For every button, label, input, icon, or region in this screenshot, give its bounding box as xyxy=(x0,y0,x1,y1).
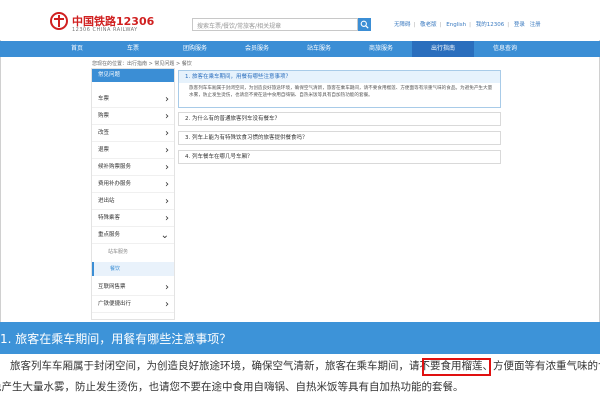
logo-subtitle: 12306 CHINA RAILWAY xyxy=(72,27,138,33)
faq-question[interactable]: 4. 列车餐车在哪几号车厢？ xyxy=(179,151,500,163)
chevron-down-icon: ⌄ xyxy=(160,230,169,241)
sidebar-item[interactable]: 费用补办服务 › xyxy=(92,176,174,193)
nav-station-service[interactable]: 站车服务 xyxy=(288,41,350,57)
zoom-title: 1. 旅客在乘车期间，用餐有哪些注意事项？ xyxy=(0,332,232,346)
search-button[interactable] xyxy=(358,18,371,31)
nav-business-service[interactable]: 商旅服务 xyxy=(350,41,412,57)
sidebar-item[interactable]: 改签 › xyxy=(92,125,174,142)
highlight-box xyxy=(422,358,491,376)
register-link[interactable]: 注册 xyxy=(530,22,541,28)
chevron-right-icon: › xyxy=(165,94,169,105)
faq-item[interactable]: 4. 列车餐车在哪几号车厢？ xyxy=(178,150,501,164)
chevron-right-icon: › xyxy=(165,128,169,139)
nav-member-service[interactable]: 会员服务 xyxy=(226,41,288,57)
sidebar-item[interactable]: 退票 › xyxy=(92,142,174,159)
sidebar-subitem[interactable]: 站车服务 xyxy=(92,245,174,259)
faq-item[interactable]: 3. 列车上能为有特殊饮食习惯的旅客提供餐食吗？ xyxy=(178,131,501,145)
sidebar-subitem-active[interactable]: 餐饮 xyxy=(92,262,174,276)
chevron-right-icon: › xyxy=(165,111,169,122)
zoom-answer-line: 免产生大量水雾，防止发生烫伤，也请您不要在途中食用自嗨锅、自热米饭等具有自加热功… xyxy=(0,381,464,393)
site-header: 中国铁路12306 12306 CHINA RAILWAY 搜索车票/餐饮/常旅… xyxy=(0,0,600,40)
zoom-answer-line: 旅客列车车厢属于封闭空间，为创造良好旅途环境，确保空气清新，旅客在乘车期间，请不… xyxy=(10,360,600,372)
sidebar-item[interactable]: 候补购票服务 › xyxy=(92,159,174,176)
faq-question[interactable]: 3. 列车上能为有特殊饮食习惯的旅客提供餐食吗？ xyxy=(179,132,500,144)
railway-logo-icon xyxy=(50,12,68,30)
sidebar-item[interactable]: 进出站 › xyxy=(92,193,174,210)
chevron-right-icon: › xyxy=(165,213,169,224)
zoom-title-bar: 1. 旅客在乘车期间，用餐有哪些注意事项？ xyxy=(0,322,600,354)
sidebar-item[interactable]: 购票 › xyxy=(92,108,174,125)
nav-group-service[interactable]: 团购服务 xyxy=(164,41,226,57)
sidebar-item[interactable]: 互联网售票 › xyxy=(92,279,174,296)
faq-question[interactable]: 1. 旅客在乘车期间，用餐有哪些注意事项？ xyxy=(179,71,500,83)
sidebar-item[interactable]: 特殊乘客 › xyxy=(92,210,174,227)
sidebar-title: 常见问题 xyxy=(92,69,174,82)
sidebar: 常见问题 车票 › 购票 › 改签 › 退票 › 候补购票服务 › 费用补办服务 › 进出站… xyxy=(91,68,175,320)
main-nav: 首页 车票 团购服务 会员服务 站车服务 商旅服务 出行指南 信息查询 xyxy=(0,41,600,57)
nav-travel-guide[interactable]: 出行指南 xyxy=(412,41,474,57)
chevron-right-icon: › xyxy=(165,196,169,207)
search-input[interactable]: 搜索车票/餐饮/常旅客/相关规章 xyxy=(192,18,358,31)
faq-item[interactable]: 2. 为什么有的普通旅客列车没有餐车？ xyxy=(178,112,501,126)
sidebar-item[interactable]: 车票 › xyxy=(92,91,174,108)
elder-mode-link[interactable]: 敬老版 xyxy=(420,22,437,28)
my-12306-link[interactable]: 我的12306 xyxy=(476,22,505,28)
chevron-right-icon: › xyxy=(165,145,169,156)
zoom-answer: 旅客列车车厢属于封闭空间，为创造良好旅途环境，确保空气清新，旅客在乘车期间，请不… xyxy=(0,354,600,400)
faq-answer: 旅客列车车厢属于封闭空间，为创造良好旅途环境，确保空气清新，旅客在乘车期间，请不… xyxy=(189,86,493,98)
nav-tickets[interactable]: 车票 xyxy=(102,41,164,57)
accessibility-link[interactable]: 无障碍 xyxy=(394,22,411,28)
faq-question[interactable]: 2. 为什么有的普通旅客列车没有餐车？ xyxy=(179,113,500,125)
search-icon xyxy=(360,20,369,29)
sidebar-item[interactable]: 重点服务 ⌄ xyxy=(92,227,174,244)
nav-info-query[interactable]: 信息查询 xyxy=(474,41,536,57)
chevron-right-icon: › xyxy=(165,162,169,173)
top-links: 无障碍 | 敬老版 | English | 我的12306 | 登录 注册 xyxy=(394,22,541,28)
chevron-right-icon: › xyxy=(165,179,169,190)
breadcrumb: 您现在的位置：出行指南 > 常见问题 > 餐饮 xyxy=(92,61,192,67)
sidebar-item[interactable]: 广铁便捷出行 › xyxy=(92,296,174,313)
nav-home[interactable]: 首页 xyxy=(52,41,102,57)
login-link[interactable]: 登录 xyxy=(514,22,525,28)
language-link[interactable]: English xyxy=(446,22,466,28)
faq-item-open[interactable]: 1. 旅客在乘车期间，用餐有哪些注意事项？ 旅客列车车厢属于封闭空间，为创造良好… xyxy=(178,70,501,108)
chevron-right-icon: › xyxy=(165,282,169,293)
chevron-right-icon: › xyxy=(165,299,169,310)
